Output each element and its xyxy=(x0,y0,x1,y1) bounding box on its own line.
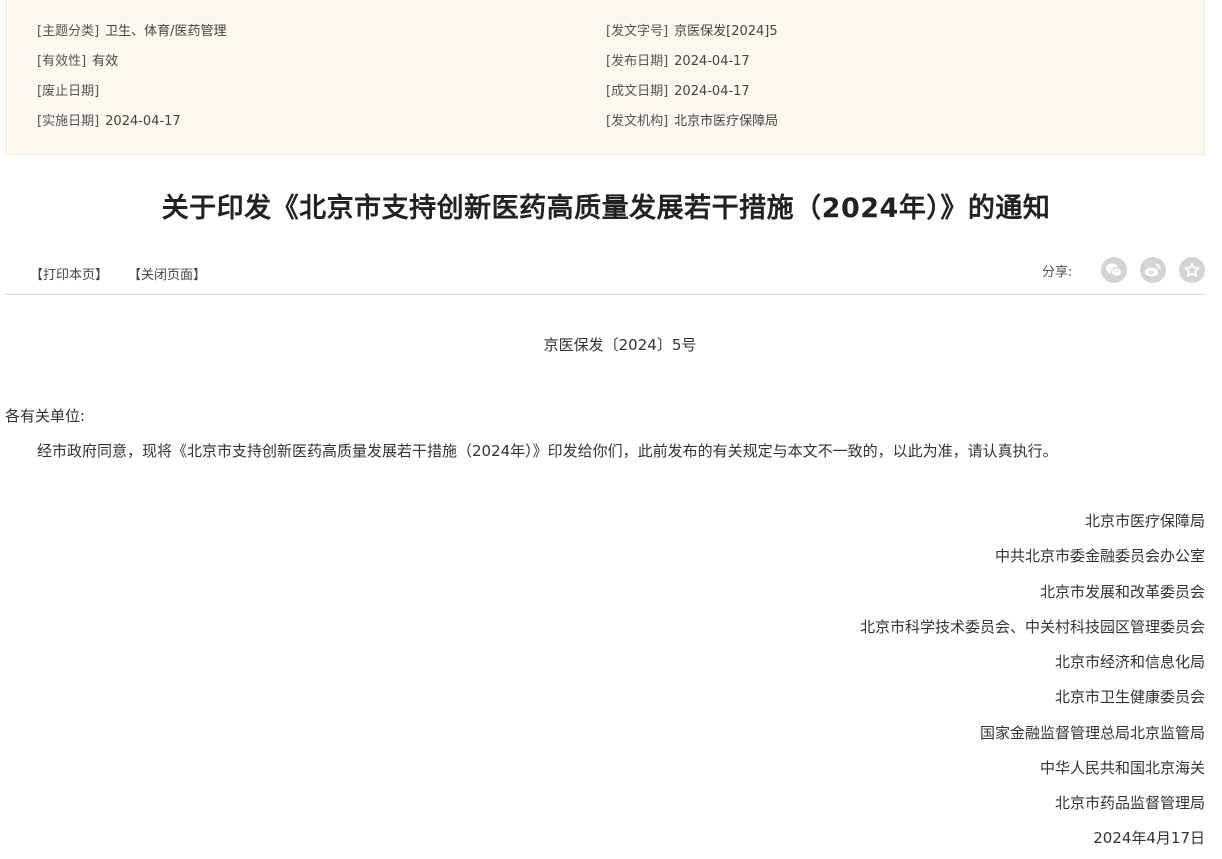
meta-key: [废止日期] xyxy=(37,84,100,99)
signatory-item: 中共北京市委金融委员会办公室 xyxy=(994,547,1205,565)
signatory-item: 北京市药品监督管理局 xyxy=(1054,794,1205,812)
signatory-item: 北京市卫生健康委员会 xyxy=(1054,688,1205,706)
document-number: 京医保发〔2024〕5号 xyxy=(543,336,697,354)
signature-date: 2024年4月17日 xyxy=(1093,829,1205,847)
signatory-item: 北京市经济和信息化局 xyxy=(1054,653,1205,671)
wechat-icon xyxy=(1106,263,1122,277)
meta-value: 京医保发[2024]5 xyxy=(674,24,778,39)
signatory-item: 北京市发展和改革委员会 xyxy=(1039,583,1205,601)
share-favorite-button[interactable] xyxy=(1179,257,1205,283)
meta-key: [发布日期] xyxy=(606,54,669,69)
salutation: 各有关单位: xyxy=(5,407,86,425)
meta-value: 有效 xyxy=(92,54,119,69)
document-metadata-panel: [主题分类] 卫生、体育/医药管理 [有效性] 有效 [废止日期] [实施日期] 20… xyxy=(5,0,1205,155)
signatory-item: 北京市科学技术委员会、中关村科技园区管理委员会 xyxy=(859,618,1205,636)
meta-value: 2024-04-17 xyxy=(105,114,181,129)
meta-key: [主题分类] xyxy=(37,24,100,39)
meta-issuing-agency: [发文机构] 北京市医疗保障局 xyxy=(606,110,778,129)
meta-repeal-date: [废止日期] xyxy=(37,80,105,99)
share-wechat-button[interactable] xyxy=(1101,257,1127,283)
weibo-icon xyxy=(1145,263,1161,277)
meta-effective-date: [实施日期] 2024-04-17 xyxy=(37,110,181,129)
meta-value: 卫生、体育/医药管理 xyxy=(105,24,227,39)
meta-value: 北京市医疗保障局 xyxy=(674,114,779,129)
meta-document-number: [发文字号] 京医保发[2024]5 xyxy=(606,20,778,39)
print-page-link[interactable]: 【打印本页】 xyxy=(30,264,108,283)
signatory-item: 国家金融监督管理总局北京监管局 xyxy=(979,724,1205,742)
meta-key: [成文日期] xyxy=(606,84,669,99)
meta-key: [发文机构] xyxy=(606,114,669,129)
share-weibo-button[interactable] xyxy=(1140,257,1166,283)
body-paragraph: 经市政府同意，现将《北京市支持创新医药高质量发展若干措施（2024年）》印发给你… xyxy=(37,442,1058,460)
share-label: 分享: xyxy=(1042,265,1073,280)
meta-subject-category: [主题分类] 卫生、体育/医药管理 xyxy=(37,20,227,39)
favorite-icon xyxy=(1184,262,1200,277)
meta-value: 2024-04-17 xyxy=(674,54,750,69)
signatory-item: 中华人民共和国北京海关 xyxy=(1039,759,1205,777)
meta-key: [发文字号] xyxy=(606,24,669,39)
meta-written-date: [成文日期] 2024-04-17 xyxy=(606,80,750,99)
close-page-link[interactable]: 【关闭页面】 xyxy=(128,264,206,283)
meta-value: 2024-04-17 xyxy=(674,84,750,99)
meta-publish-date: [发布日期] 2024-04-17 xyxy=(606,50,750,69)
signatory-item: 北京市医疗保障局 xyxy=(1084,512,1205,530)
page-title: 关于印发《北京市支持创新医药高质量发展若干措施（2024年）》的通知 xyxy=(161,193,1051,224)
meta-key: [有效性] xyxy=(37,54,87,69)
meta-validity: [有效性] 有效 xyxy=(37,50,118,69)
meta-key: [实施日期] xyxy=(37,114,100,129)
divider xyxy=(5,294,1205,295)
